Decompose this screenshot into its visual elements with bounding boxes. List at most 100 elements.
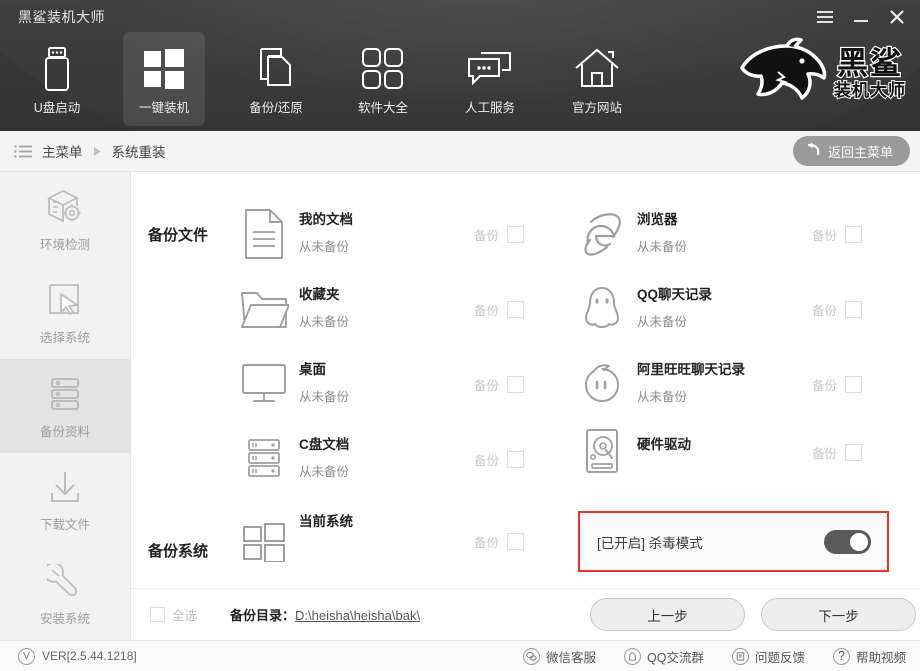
- backup-checkbox[interactable]: [845, 375, 863, 393]
- backup-item[interactable]: 硬件驱动 备份: [567, 417, 897, 487]
- backup-system-item[interactable]: 当前系统 备份: [229, 509, 559, 573]
- backup-checkbox[interactable]: [845, 300, 863, 318]
- main-content: 备份文件 备份系统 我的文档 从未备份 备份 浏览器 从未备份 备份 收藏夹 从…: [131, 172, 920, 640]
- backup-checkbox[interactable]: [507, 375, 525, 393]
- backup-item[interactable]: 收藏夹 从未备份 备份: [229, 274, 559, 344]
- footer-link-qq-group[interactable]: QQ交流群: [624, 647, 704, 666]
- backup-item-status: 从未备份: [637, 390, 688, 405]
- footer-link-wechat[interactable]: 微信客服: [523, 647, 596, 666]
- footer-links: 微信客服 QQ交流群 问题反馈 ? 帮助视频: [523, 647, 906, 666]
- backup-item-text: QQ聊天记录 从未备份: [637, 287, 812, 330]
- wrench-icon: [47, 559, 83, 603]
- backup-item[interactable]: 桌面 从未备份 备份: [229, 349, 559, 419]
- sidebar-item-backup-data[interactable]: 备份资料: [0, 359, 130, 453]
- folder-icon: [229, 287, 299, 331]
- backup-item-name: 浏览器: [637, 212, 678, 228]
- version-info: V VER[2.5.44.1218]: [18, 647, 137, 665]
- backup-checkbox-group[interactable]: 备份: [474, 375, 525, 394]
- feedback-icon: [731, 647, 749, 665]
- next-step-button[interactable]: 下一步: [761, 598, 916, 631]
- antivirus-mode-toggle[interactable]: [824, 529, 871, 554]
- backup-item-name: 桌面: [299, 362, 326, 378]
- list-menu-icon[interactable]: [14, 144, 32, 158]
- backup-checkbox-label: 备份: [812, 228, 838, 243]
- select-all-checkbox[interactable]: [150, 607, 165, 622]
- backup-item-name: 我的文档: [299, 212, 353, 228]
- nav-item-backup-restore[interactable]: 备份/还原: [235, 32, 317, 126]
- footer-link-label: 帮助视频: [855, 650, 906, 665]
- backup-checkbox[interactable]: [507, 450, 525, 468]
- close-icon[interactable]: [880, 4, 914, 30]
- backup-checkbox[interactable]: [507, 225, 525, 243]
- nav-item-oneclick[interactable]: 一键装机: [123, 32, 205, 126]
- footer-link-feedback[interactable]: 问题反馈: [731, 647, 805, 666]
- backup-checkbox-group[interactable]: 备份: [474, 450, 525, 469]
- help-icon: ?: [832, 647, 850, 665]
- backup-checkbox[interactable]: [845, 443, 863, 461]
- backup-item-name: C盘文档: [299, 437, 350, 453]
- backup-item-text: 收藏夹 从未备份: [299, 287, 474, 330]
- nav-item-software[interactable]: 软件大全: [342, 32, 424, 126]
- main-bottom-bar: 全选 备份目录：D:\heisha\heisha\bak\ 上一步 下一步: [131, 588, 920, 640]
- backup-item-text: 浏览器 从未备份: [637, 212, 812, 255]
- backup-checkbox-group[interactable]: 备份: [474, 225, 525, 244]
- window-controls: [808, 4, 914, 30]
- backup-directory-path[interactable]: D:\heisha\heisha\bak\: [295, 608, 420, 623]
- footer-link-help-video[interactable]: ? 帮助视频: [832, 647, 906, 666]
- backup-item[interactable]: QQ聊天记录 从未备份 备份: [567, 274, 897, 344]
- backup-checkbox-group[interactable]: 备份: [474, 300, 525, 319]
- prev-step-button[interactable]: 上一步: [590, 598, 745, 631]
- wechat-icon: [523, 647, 540, 665]
- backup-checkbox[interactable]: [507, 300, 525, 318]
- backup-system-name: 当前系统: [299, 514, 353, 529]
- backup-item-status: 从未备份: [637, 240, 688, 255]
- breadcrumb-current: 系统重装: [111, 145, 166, 160]
- sidebar-item-download[interactable]: 下载文件: [0, 453, 130, 547]
- backup-item-text: C盘文档 从未备份: [299, 437, 474, 480]
- backup-checkbox[interactable]: [845, 225, 863, 243]
- status-footer: V VER[2.5.44.1218] 微信客服 QQ交流群 问题反馈 ? 帮助视…: [0, 640, 920, 671]
- select-all-label: 全选: [172, 609, 198, 623]
- back-button-label: 返回主菜单: [827, 144, 893, 160]
- antivirus-mode-panel[interactable]: [已开启] 杀毒模式: [578, 511, 889, 572]
- backup-checkbox-group[interactable]: 备份: [812, 375, 863, 394]
- backup-item[interactable]: 我的文档 从未备份 备份: [229, 199, 559, 269]
- sidebar-item-env-check[interactable]: 环境检测: [0, 172, 130, 266]
- backup-item-status: 从未备份: [637, 315, 688, 330]
- backup-checkbox-group[interactable]: 备份: [812, 443, 863, 462]
- back-to-menu-button[interactable]: 返回主菜单: [792, 136, 910, 166]
- shark-logo-icon: [732, 34, 830, 115]
- select-all-group[interactable]: 全选: [150, 605, 197, 624]
- backup-directory: 备份目录：D:\heisha\heisha\bak\: [230, 605, 420, 624]
- backup-checkbox-label: 备份: [812, 303, 838, 318]
- windows-logo-icon: [142, 43, 186, 95]
- sidebar-item-install[interactable]: 安装系统: [0, 546, 130, 640]
- box-gear-icon: [46, 185, 84, 229]
- backup-checkbox-group[interactable]: 备份: [812, 225, 863, 244]
- footer-link-label: QQ交流群: [647, 650, 704, 665]
- nav-label: 人工服务: [464, 100, 515, 115]
- backup-checkbox-label: 备份: [812, 446, 838, 461]
- nav-label: 一键装机: [138, 100, 189, 115]
- nav-item-service[interactable]: 人工服务: [449, 32, 531, 126]
- nav-item-usb[interactable]: U盘启动: [16, 32, 98, 126]
- minimize-icon[interactable]: [844, 4, 878, 30]
- backup-item[interactable]: 阿里旺旺聊天记录 从未备份 备份: [567, 349, 897, 419]
- backup-item-text: 我的文档 从未备份: [299, 212, 474, 255]
- backup-checkbox-group[interactable]: 备份: [474, 532, 525, 551]
- app-title: 黑鲨装机大师: [18, 9, 105, 25]
- cursor-select-icon: [48, 278, 82, 322]
- backup-checkbox[interactable]: [507, 532, 525, 550]
- backup-item[interactable]: C盘文档 从未备份 备份: [229, 424, 559, 494]
- nav-item-website[interactable]: 官方网站: [556, 32, 638, 126]
- qq-penguin-icon: [567, 284, 637, 334]
- sidebar-item-select-sys[interactable]: 选择系统: [0, 266, 130, 360]
- download-icon: [48, 465, 82, 509]
- backup-item[interactable]: 浏览器 从未备份 备份: [567, 199, 897, 269]
- backup-checkbox-group[interactable]: 备份: [812, 300, 863, 319]
- menu-icon[interactable]: [808, 4, 842, 30]
- copy-pages-icon: [255, 43, 297, 95]
- aliwangwang-icon: [567, 361, 637, 407]
- breadcrumb-root[interactable]: 主菜单: [42, 141, 83, 161]
- backup-item-status: 从未备份: [299, 315, 350, 330]
